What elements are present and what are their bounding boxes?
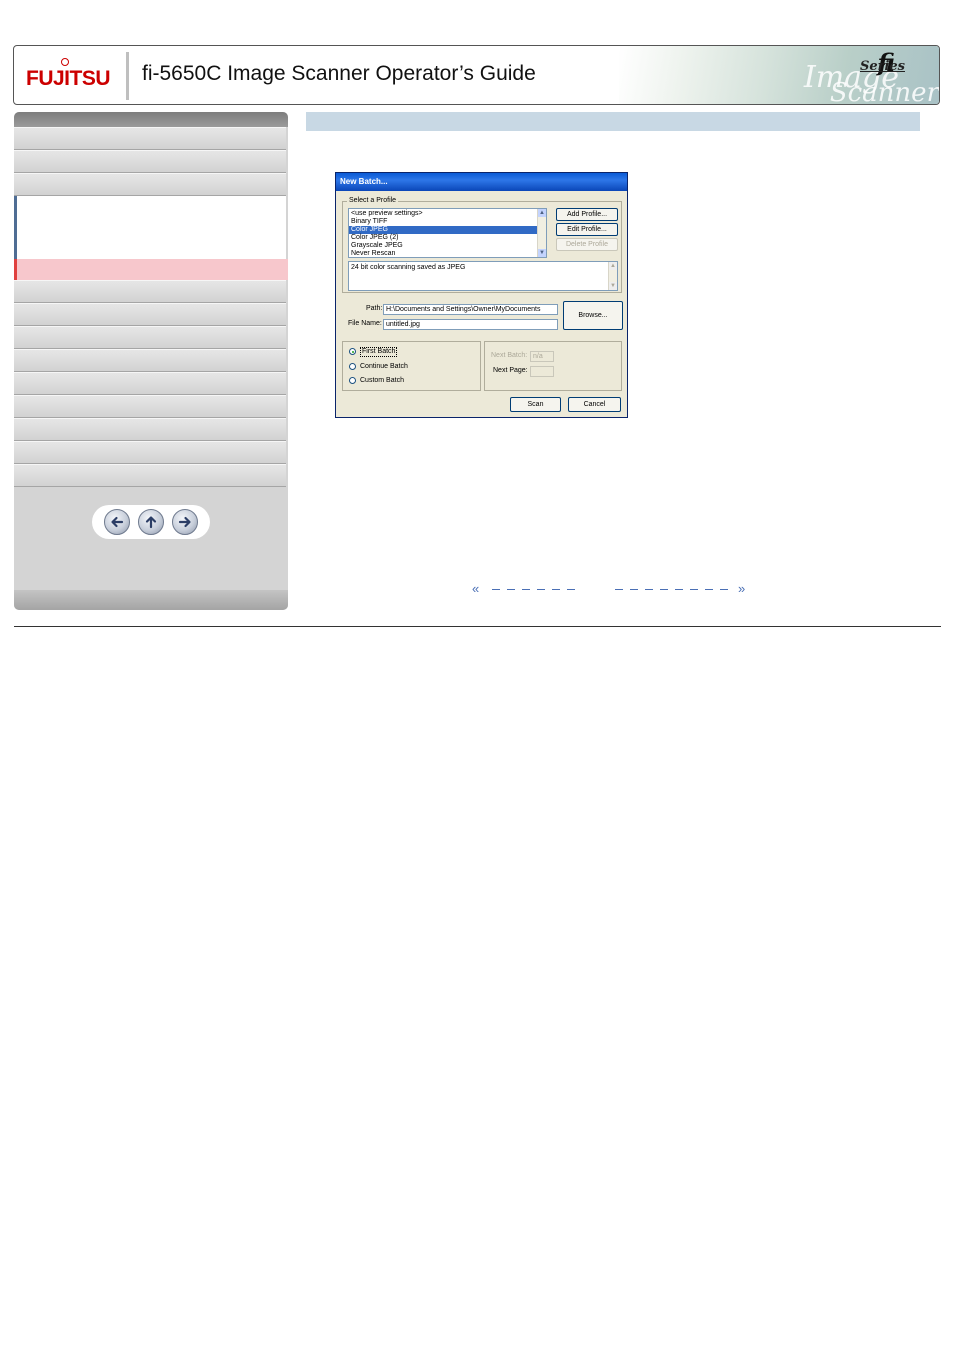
sidebar-item[interactable]	[14, 349, 286, 372]
sidebar-item[interactable]	[14, 303, 286, 326]
logo-text: FUJITSU	[26, 67, 111, 90]
up-button[interactable]	[138, 509, 164, 535]
nav-dash	[567, 589, 575, 590]
edit-profile-button[interactable]: Edit Profile...	[556, 223, 618, 236]
sidebar-item-current[interactable]	[14, 259, 288, 280]
forward-button[interactable]	[172, 509, 198, 535]
double-chevron-right-icon[interactable]: »	[738, 582, 745, 596]
description-scrollbar[interactable]: ▲ ▼	[608, 262, 617, 290]
profile-description: 24 bit color scanning saved as JPEG ▲ ▼	[348, 261, 618, 291]
browse-button[interactable]: Browse...	[563, 301, 623, 330]
nav-dash	[537, 589, 545, 590]
cancel-button[interactable]: Cancel	[568, 397, 621, 412]
arrow-up-icon	[145, 516, 157, 529]
nav-dash	[615, 589, 623, 590]
scroll-down-icon[interactable]: ▼	[538, 249, 546, 257]
next-batch-label: Next Batch:	[491, 352, 528, 359]
batch-info-group: Next Batch: n/a Next Page:	[484, 341, 622, 391]
nav-dash	[507, 589, 515, 590]
nav-dash	[720, 589, 728, 590]
arrow-right-icon	[178, 516, 191, 528]
delete-profile-button[interactable]: Delete Profile	[556, 238, 618, 251]
batch-options-group: First Batch Continue Batch Custom Batch	[342, 341, 481, 391]
page-header: FUJITSU fi-5650C Image Scanner Operator’…	[13, 45, 940, 105]
sidebar-item[interactable]	[14, 464, 286, 487]
nav-dash	[675, 589, 683, 590]
profile-list-item[interactable]: Color JPEG (2)	[349, 234, 546, 242]
section-heading-band	[306, 112, 920, 131]
scroll-up-icon[interactable]: ▲	[609, 262, 617, 270]
radio-continue-batch-label: Continue Batch	[360, 363, 408, 370]
scroll-down-icon[interactable]: ▼	[609, 282, 617, 290]
sidebar-top-bar	[14, 112, 288, 127]
profile-list-item[interactable]: Binary TIFF	[349, 218, 546, 226]
add-profile-button[interactable]: Add Profile...	[556, 208, 618, 221]
profile-list-item[interactable]: <use preview settings>	[349, 210, 546, 218]
path-field[interactable]: H:\Documents and Settings\Owner\MyDocume…	[383, 304, 558, 315]
series-logo-text: Series	[859, 59, 905, 74]
profile-list-item[interactable]: Color JPEG	[349, 226, 546, 234]
profile-list[interactable]: <use preview settings> Binary TIFF Color J…	[348, 208, 547, 258]
nav-dash	[522, 589, 530, 590]
next-page-field[interactable]	[530, 366, 554, 377]
sidebar-item[interactable]	[14, 280, 286, 303]
nav-dash	[552, 589, 560, 590]
footer-rule	[14, 626, 941, 627]
scan-button[interactable]: Scan	[510, 397, 561, 412]
page-navigation: « »	[472, 582, 756, 597]
radio-unselected-icon	[349, 377, 356, 384]
page-title: fi-5650C Image Scanner Operator’s Guide	[142, 62, 536, 85]
sidebar-expanded-section	[14, 196, 286, 259]
fujitsu-logo: FUJITSU	[26, 58, 116, 94]
profile-group: Select a Profile <use preview settings> B…	[342, 197, 622, 293]
file-name-label: File Name:	[348, 320, 382, 327]
banner-word-scanner: Scanner	[829, 78, 939, 105]
nav-dash	[630, 589, 638, 590]
radio-first-batch-label: First Batch	[360, 347, 398, 357]
arrow-left-icon	[111, 516, 124, 528]
nav-dash	[690, 589, 698, 590]
profile-list-items: <use preview settings> Binary TIFF Color J…	[349, 209, 546, 257]
sidebar-item[interactable]	[14, 127, 286, 150]
sidebar-item[interactable]	[14, 441, 286, 464]
radio-unselected-icon	[349, 363, 356, 370]
nav-dash	[705, 589, 713, 590]
nav-dash	[660, 589, 668, 590]
header-banner-art: Image Scanner fi Series	[619, 46, 939, 104]
profile-list-scrollbar[interactable]: ▲ ▼	[537, 209, 546, 257]
sidebar-bottom-bar	[14, 590, 288, 610]
sidebar-item[interactable]	[14, 372, 286, 395]
profile-description-text: 24 bit color scanning saved as JPEG	[351, 264, 466, 271]
sidebar-item[interactable]	[14, 418, 286, 441]
file-name-field[interactable]: untitled.jpg	[383, 319, 558, 330]
next-page-label: Next Page:	[493, 367, 528, 374]
sidebar	[14, 112, 288, 610]
logo-dot-icon	[61, 58, 69, 66]
profile-list-item[interactable]: Grayscale JPEG	[349, 242, 546, 250]
profile-group-label: Select a Profile	[347, 197, 399, 204]
double-chevron-left-icon[interactable]: «	[472, 582, 479, 596]
next-batch-field[interactable]: n/a	[530, 351, 554, 362]
sidebar-item[interactable]	[14, 173, 286, 196]
scroll-up-icon[interactable]: ▲	[538, 209, 546, 217]
radio-selected-icon	[349, 348, 356, 355]
nav-dash	[645, 589, 653, 590]
back-button[interactable]	[104, 509, 130, 535]
nav-dash	[492, 589, 500, 590]
profile-list-item[interactable]: Never Rescan	[349, 250, 546, 257]
radio-custom-batch-label: Custom Batch	[360, 377, 404, 384]
path-label: Path:	[366, 305, 383, 312]
sidebar-item[interactable]	[14, 395, 286, 418]
dialog-title: New Batch...	[336, 173, 627, 191]
sidebar-item[interactable]	[14, 150, 286, 173]
header-divider	[126, 52, 129, 100]
new-batch-dialog: New Batch... Select a Profile <use previ…	[335, 172, 628, 418]
sidebar-item[interactable]	[14, 326, 286, 349]
navigation-buttons	[92, 505, 210, 539]
